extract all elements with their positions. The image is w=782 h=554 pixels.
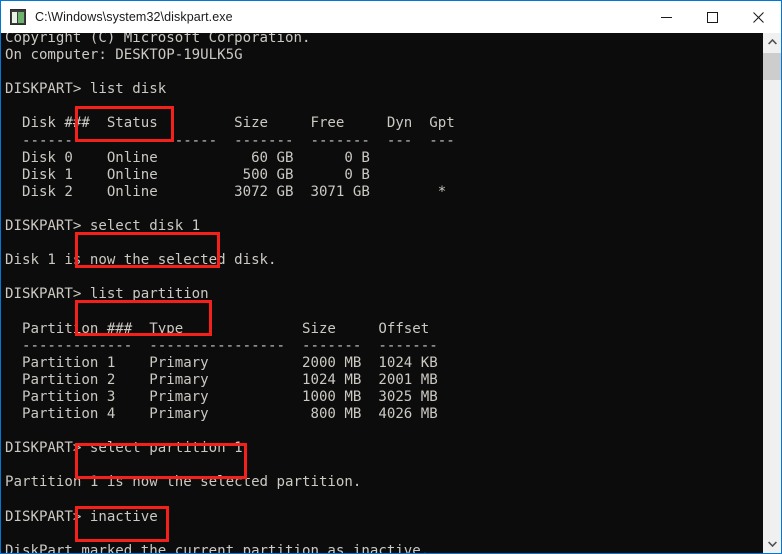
window-title: C:\Windows\system32\diskpart.exe [35, 10, 643, 24]
maximize-button[interactable] [689, 1, 735, 33]
minimize-button[interactable] [643, 1, 689, 33]
scroll-down-arrow[interactable] [763, 535, 781, 553]
close-button[interactable] [735, 1, 781, 33]
console-text: Copyright (C) Microsoft Corporation. On … [1, 33, 762, 553]
title-bar[interactable]: C:\Windows\system32\diskpart.exe [0, 0, 782, 33]
window-controls [643, 1, 781, 33]
diskpart-window: C:\Windows\system32\diskpart.exe [0, 0, 782, 554]
scrollbar-thumb[interactable] [763, 53, 781, 80]
scrollbar-track[interactable] [763, 51, 781, 535]
vertical-scrollbar[interactable] [762, 33, 781, 553]
console-output-region[interactable]: Copyright (C) Microsoft Corporation. On … [1, 33, 762, 553]
terminal-area: Copyright (C) Microsoft Corporation. On … [1, 33, 781, 553]
scroll-up-arrow[interactable] [763, 33, 781, 51]
console-window-icon [10, 9, 26, 25]
